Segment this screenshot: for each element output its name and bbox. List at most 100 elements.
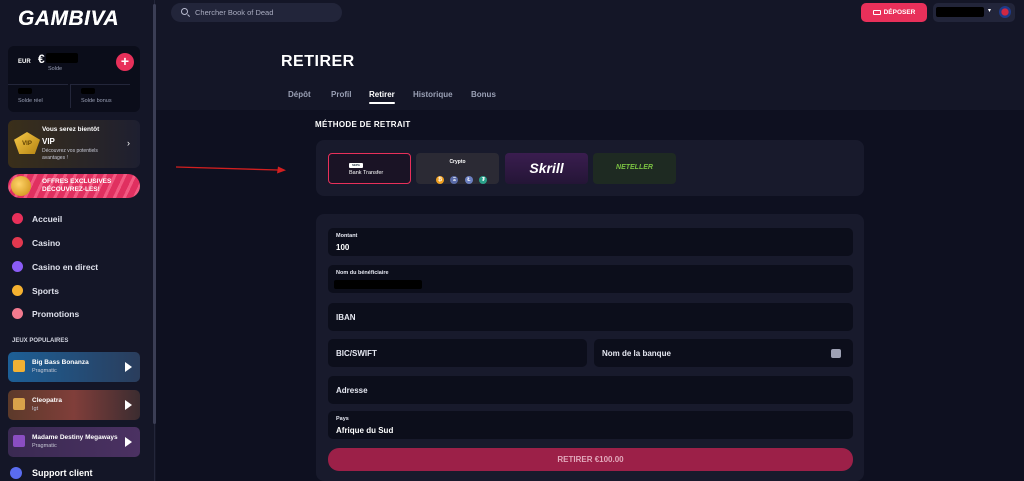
account-name-redacted xyxy=(936,7,984,17)
bank-name-field[interactable]: Nom de la banque xyxy=(594,339,853,367)
beneficiary-value-redacted xyxy=(334,280,422,289)
real-balance-label: Solde réel xyxy=(18,98,43,104)
beneficiary-label: Nom du bénéficiaire xyxy=(336,270,389,276)
bonus-balance-redacted xyxy=(81,88,95,94)
bonus-balance-label: Solde bonus xyxy=(81,98,112,104)
vip-line1: Vous serez bientôt xyxy=(42,126,100,133)
country-label: Pays xyxy=(336,416,349,422)
country-select[interactable]: Pays Afrique du Sud xyxy=(328,411,853,439)
annotation-arrow-icon xyxy=(176,166,286,174)
tab-historique[interactable]: Historique xyxy=(413,90,453,99)
play-icon[interactable] xyxy=(125,400,132,410)
iban-placeholder: IBAN xyxy=(336,313,356,322)
withdrawal-method-heading: MÉTHODE DE RETRAIT xyxy=(315,120,411,129)
play-icon[interactable] xyxy=(125,437,132,447)
bonus-balance: Solde bonus xyxy=(70,84,130,108)
tab-profil[interactable]: Profil xyxy=(331,90,351,99)
popular-games-heading: JEUX POPULAIRES xyxy=(12,338,69,344)
sidebar-item-label: Promotions xyxy=(32,309,80,319)
amount-label: Montant xyxy=(336,233,358,239)
support-icon xyxy=(10,467,22,479)
play-icon[interactable] xyxy=(125,362,132,372)
account-menu[interactable]: ▾ xyxy=(933,3,1015,22)
add-funds-button[interactable]: + xyxy=(116,53,134,71)
vip-badge-icon: VIP xyxy=(14,132,40,154)
live-casino-icon xyxy=(12,261,23,272)
address-placeholder: Adresse xyxy=(336,386,368,395)
bank-name-placeholder: Nom de la banque xyxy=(602,349,671,358)
offers-line2: DÉCOUVREZ-LES! xyxy=(42,186,100,193)
tab-bonus[interactable]: Bonus xyxy=(471,90,496,99)
offers-line1: OFFRES EXCLUSIVES xyxy=(42,178,112,185)
game-provider: Pragmatic xyxy=(32,443,57,449)
sidebar-item-label: Casino xyxy=(32,238,61,248)
casino-icon xyxy=(12,237,23,248)
game-madame-destiny-megaways[interactable]: Madame Destiny Megaways Pragmatic xyxy=(8,427,140,457)
amount-value: 100 xyxy=(336,243,350,252)
game-name: Cleopatra xyxy=(32,397,62,404)
method-bank-transfer[interactable]: SEPA Bank Transfer xyxy=(328,153,411,184)
real-balance-redacted xyxy=(18,88,32,94)
sidebar-item-label: Sports xyxy=(32,286,59,296)
sidebar-item-accueil[interactable]: Accueil xyxy=(10,212,150,228)
sidebar-item-promotions[interactable]: Promotions xyxy=(10,307,150,323)
coin-icon xyxy=(11,176,31,196)
game-provider: Pragmatic xyxy=(32,368,57,374)
language-flag-icon[interactable] xyxy=(999,6,1011,18)
game-big-bass-bonanza[interactable]: Big Bass Bonanza Pragmatic xyxy=(8,352,140,382)
tab-depot[interactable]: Dépôt xyxy=(288,90,311,99)
sidebar-item-casino[interactable]: Casino xyxy=(10,236,150,252)
crypto-coins: ₿ Ξ Ł ₮ xyxy=(436,168,489,186)
method-label: NETELLER xyxy=(616,164,653,171)
wallet-amount: € xyxy=(38,52,45,66)
sepa-logo: SEPA xyxy=(349,163,363,168)
vip-card[interactable]: VIP Vous serez bientôt VIP Découvrez vos… xyxy=(8,120,140,168)
sidebar-item-label: Casino en direct xyxy=(32,262,99,272)
wallet-amount-redacted xyxy=(46,53,78,63)
bic-swift-field[interactable]: BIC/SWIFT xyxy=(328,339,587,367)
deposit-label: DÉPOSER xyxy=(883,9,916,16)
exclusive-offers-banner[interactable]: OFFRES EXCLUSIVES DÉCOUVREZ-LES! xyxy=(8,174,140,198)
support-label: Support client xyxy=(32,468,93,478)
page-title: RETIRER xyxy=(281,53,355,70)
sidebar-item-sports[interactable]: Sports xyxy=(10,284,150,300)
promotions-icon xyxy=(12,308,23,319)
wallet-balance-label: Solde xyxy=(48,66,63,72)
vip-line3: Découvrez vos potentiels avantages ! xyxy=(42,148,98,161)
method-neteller[interactable]: NETELLER xyxy=(593,153,676,184)
deposit-button[interactable]: DÉPOSER xyxy=(861,3,927,22)
search-box[interactable] xyxy=(171,3,342,22)
tether-icon: ₮ xyxy=(479,176,488,184)
withdraw-submit-button[interactable]: RETIRER €100.00 xyxy=(328,448,853,471)
game-thumbnail xyxy=(13,360,25,372)
game-thumbnail xyxy=(13,435,25,447)
bic-placeholder: BIC/SWIFT xyxy=(336,349,377,358)
ethereum-icon: Ξ xyxy=(450,176,459,184)
bitcoin-icon: ₿ xyxy=(436,176,444,184)
sidebar: GAMBIVA EUR € Solde + Solde réel Solde b… xyxy=(0,0,156,481)
home-icon xyxy=(12,213,23,224)
game-name: Big Bass Bonanza xyxy=(32,359,89,366)
game-thumbnail xyxy=(13,398,25,410)
top-bar: DÉPOSER ▾ xyxy=(156,0,1024,28)
amount-field[interactable]: Montant 100 xyxy=(328,228,853,256)
iban-field[interactable]: IBAN xyxy=(328,303,853,331)
keyboard-icon[interactable] xyxy=(831,349,841,358)
search-icon xyxy=(181,8,188,15)
sports-icon xyxy=(12,285,23,296)
game-cleopatra[interactable]: Cleopatra Igt xyxy=(8,390,140,420)
chevron-down-icon: ▾ xyxy=(988,8,992,14)
sidebar-item-casino-en-direct[interactable]: Casino en direct xyxy=(10,260,150,276)
search-input[interactable] xyxy=(195,6,335,19)
wallet-currency: EUR xyxy=(18,59,31,65)
sidebar-item-label: Accueil xyxy=(32,214,63,224)
game-provider: Igt xyxy=(32,406,39,412)
brand-logo[interactable]: GAMBIVA xyxy=(18,7,119,31)
address-field[interactable]: Adresse xyxy=(328,376,853,404)
page-header: RETIRER Dépôt Profil Retirer Historique … xyxy=(156,30,1024,110)
card-icon xyxy=(872,9,881,15)
method-crypto[interactable]: Crypto ₿ Ξ Ł ₮ xyxy=(416,153,499,184)
tab-retirer[interactable]: Retirer xyxy=(369,90,395,104)
method-skrill[interactable]: Skrill xyxy=(505,153,588,184)
beneficiary-name-field[interactable]: Nom du bénéficiaire xyxy=(328,265,853,293)
